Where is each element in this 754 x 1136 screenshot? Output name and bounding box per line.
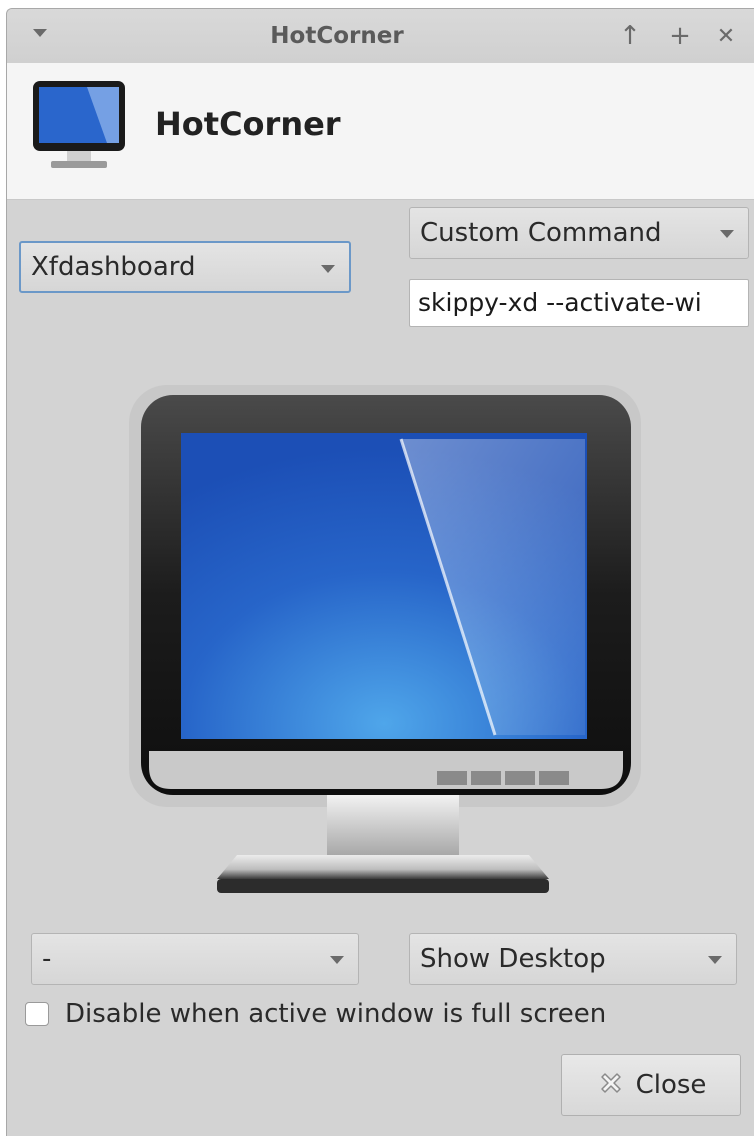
title-bar[interactable]: HotCorner ↑ + ✕ <box>7 9 754 63</box>
custom-command-input[interactable]: skippy-xd --activate-wi <box>409 279 749 327</box>
top-left-corner-select[interactable]: Xfdashboard <box>19 241 351 293</box>
chevron-down-icon <box>720 230 734 238</box>
monitor-icon <box>29 77 129 181</box>
close-window-x-icon[interactable]: ✕ <box>709 19 743 53</box>
disable-fullscreen-label: Disable when active window is full scree… <box>65 999 607 1029</box>
chevron-down-icon <box>330 956 344 964</box>
hotcorner-window: HotCorner ↑ + ✕ HotCorner Xfdashboard Cu… <box>6 8 754 1136</box>
top-right-corner-value: Custom Command <box>420 218 662 248</box>
top-right-corner-select[interactable]: Custom Command <box>409 207 749 259</box>
monitor-illustration <box>119 379 649 913</box>
bottom-left-corner-select[interactable]: - <box>31 933 359 985</box>
dialog-header: HotCorner <box>7 63 754 200</box>
disable-fullscreen-checkbox[interactable] <box>25 1002 49 1026</box>
chevron-down-icon <box>321 265 335 273</box>
maximize-plus-icon[interactable]: + <box>663 19 697 53</box>
close-icon <box>596 1068 626 1102</box>
window-title: HotCorner <box>270 23 404 49</box>
close-button[interactable]: Close <box>561 1054 741 1116</box>
disable-fullscreen-option[interactable]: Disable when active window is full scree… <box>25 999 606 1029</box>
chevron-down-icon <box>708 956 722 964</box>
top-left-corner-value: Xfdashboard <box>31 252 196 282</box>
header-title: HotCorner <box>155 105 341 143</box>
bottom-left-corner-value: - <box>42 944 52 974</box>
bottom-right-corner-value: Show Desktop <box>420 944 606 974</box>
keep-above-arrow-up-icon[interactable]: ↑ <box>613 19 647 53</box>
bottom-right-corner-select[interactable]: Show Desktop <box>409 933 737 985</box>
close-button-label: Close <box>635 1070 707 1100</box>
